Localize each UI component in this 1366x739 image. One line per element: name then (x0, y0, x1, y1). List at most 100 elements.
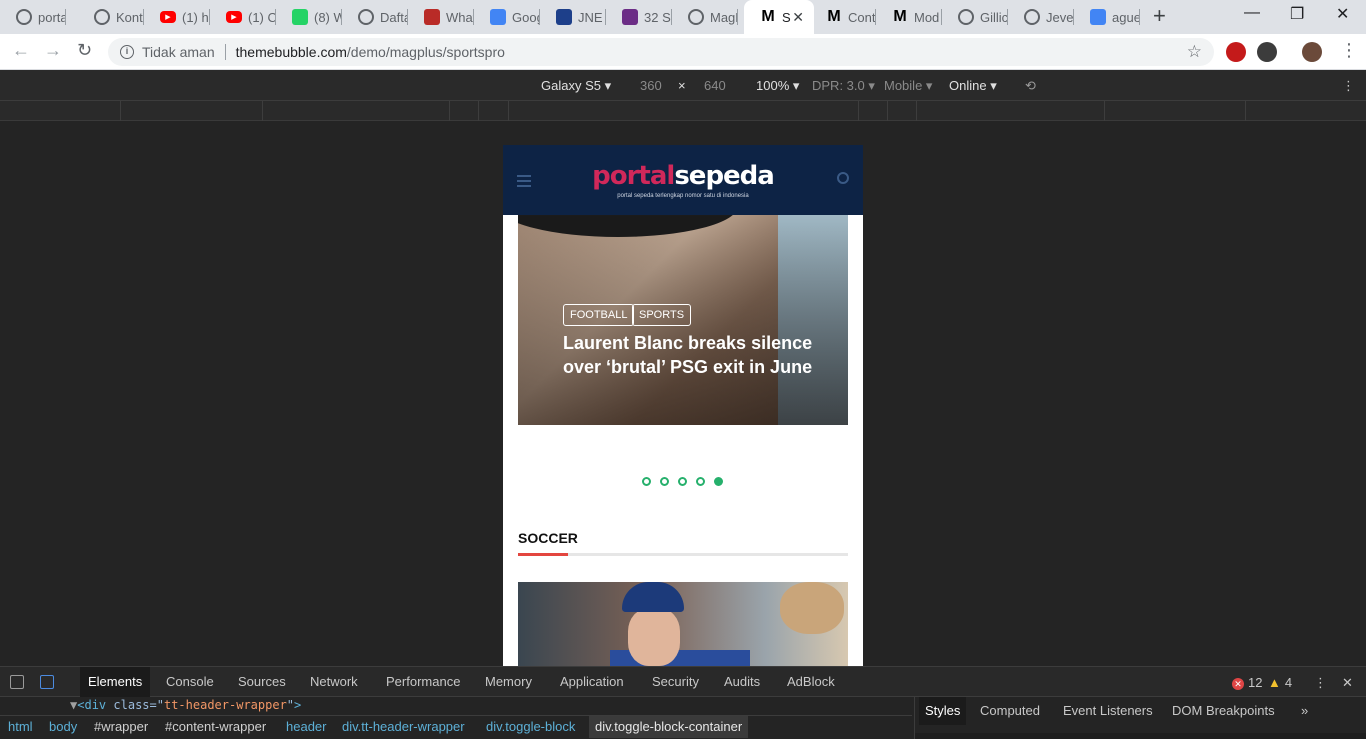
breadcrumb-item[interactable]: #content-wrapper (159, 716, 272, 738)
browser-tab[interactable]: M Cont (810, 0, 876, 34)
device-toolbar: Galaxy S5 ▾ 360 × 640 100% ▾ DPR: 3.0 ▾ … (0, 70, 1366, 101)
devtools-tab[interactable]: Network (302, 667, 366, 697)
dom-attribute: class (113, 698, 150, 712)
search-icon[interactable] (837, 172, 849, 184)
inspect-element-icon[interactable] (10, 675, 24, 689)
browser-tab[interactable]: Gillic (942, 0, 1008, 34)
browser-tab[interactable]: M S ✕ (744, 0, 814, 34)
devtools-tab[interactable]: Console (158, 667, 222, 697)
wordpress-extension-icon[interactable] (1257, 42, 1277, 62)
devtools-tab[interactable]: Security (644, 667, 707, 697)
globe-icon (94, 9, 110, 25)
styles-tab[interactable]: Styles (919, 697, 967, 725)
devtools-tab[interactable]: Elements (80, 667, 151, 697)
tab-separator (1139, 9, 1140, 25)
hero-slide[interactable]: FOOTBALL SPORTS Laurent Blanc breaks sil… (518, 215, 848, 425)
browser-tab[interactable]: Konte (78, 0, 144, 34)
browser-tab[interactable]: MagP (672, 0, 738, 34)
breadcrumb-item[interactable]: div.toggle-block (480, 716, 581, 738)
slider-dot[interactable] (660, 477, 669, 486)
tab-label: (1) Ci (248, 9, 276, 25)
rotate-icon[interactable]: ⟲ (1025, 78, 1036, 94)
devtools-tab[interactable]: Audits (716, 667, 768, 697)
styles-tab[interactable]: Computed (974, 697, 1046, 725)
breadcrumb-item[interactable]: div.tt-header-wrapper (336, 716, 471, 738)
error-count: 12 (1248, 675, 1263, 690)
close-tab-icon[interactable]: ✕ (792, 9, 804, 26)
tab-separator (65, 9, 66, 25)
network-select[interactable]: Online ▾ (949, 78, 997, 94)
browser-tab[interactable]: M Mod (876, 0, 942, 34)
tab-label: Cont (848, 9, 876, 25)
back-button[interactable]: ← (12, 40, 30, 61)
slider-dot[interactable] (642, 477, 651, 486)
breadcrumb-item[interactable]: div.toggle-block-container (589, 716, 749, 738)
devtools-close-icon[interactable]: ✕ (1342, 675, 1353, 691)
breadcrumb-item[interactable]: #wrapper (88, 716, 154, 738)
minimize-button[interactable]: — (1244, 4, 1260, 22)
category-badge-football[interactable]: FOOTBALL (563, 304, 635, 326)
browser-tab[interactable]: Jevel (1008, 0, 1074, 34)
tab-label: S (782, 9, 791, 25)
dpr-select[interactable]: DPR: 3.0 ▾ (812, 78, 875, 94)
site-logo[interactable]: portalsepeda (503, 161, 863, 191)
forward-button[interactable]: → (44, 40, 62, 61)
devtools-tab[interactable]: Sources (230, 667, 294, 697)
restore-button[interactable]: ❐ (1290, 4, 1304, 24)
browser-tab[interactable]: (8) W (276, 0, 342, 34)
slider-dot[interactable] (696, 477, 705, 486)
category-badge-sports[interactable]: SPORTS (632, 304, 692, 326)
breadcrumb-item[interactable]: header (280, 716, 332, 738)
profile-avatar[interactable] (1302, 42, 1322, 62)
info-icon[interactable]: i (120, 45, 134, 59)
device-toggle-icon[interactable] (40, 675, 54, 689)
warning-counter[interactable]: ▲ 4 (1268, 675, 1292, 690)
address-bar[interactable]: i Tidak aman themebubble.com/demo/magplu… (108, 38, 1214, 66)
browser-tab[interactable]: 32 Si (606, 0, 672, 34)
site-header: portalsepeda portal sepeda terlengkap no… (503, 145, 863, 215)
styles-tab[interactable]: » (1295, 697, 1314, 725)
google-icon (1090, 9, 1106, 25)
thumbnail-face (628, 608, 680, 666)
url-path: /demo/magplus/sportspro (346, 44, 505, 60)
error-counter[interactable]: ✕ 12 (1232, 675, 1262, 690)
browser-tab[interactable]: What (408, 0, 474, 34)
devtools-tab[interactable]: AdBlock (779, 667, 843, 697)
dom-attribute-value: tt-header-wrapper (163, 698, 287, 712)
reload-button[interactable]: ↻ (77, 40, 92, 61)
bookmark-star-icon[interactable]: ☆ (1187, 42, 1202, 62)
browser-menu-icon[interactable]: ⋮ (1340, 40, 1358, 61)
browser-tab[interactable]: ague (1074, 0, 1140, 34)
devtools-tab[interactable]: Memory (477, 667, 540, 697)
styles-tab[interactable]: Event Listeners (1057, 697, 1159, 725)
close-window-button[interactable]: ✕ (1336, 4, 1349, 24)
browser-tab[interactable]: JNE E (540, 0, 606, 34)
breadcrumb-item[interactable]: body (43, 716, 83, 738)
hero-title[interactable]: Laurent Blanc breaks silence over ‘bruta… (563, 331, 833, 379)
mode-select[interactable]: Mobile ▾ (884, 78, 932, 94)
devtools-tab[interactable]: Performance (378, 667, 468, 697)
zoom-select[interactable]: 100% ▾ (756, 78, 799, 94)
styles-filter-input[interactable] (915, 733, 1366, 739)
browser-tab[interactable]: Goog (474, 0, 540, 34)
slider-dot-active[interactable] (714, 477, 723, 486)
article-thumbnail[interactable] (518, 582, 848, 666)
device-select[interactable]: Galaxy S5 ▾ (541, 78, 611, 94)
slider-dot[interactable] (678, 477, 687, 486)
styles-tab[interactable]: DOM Breakpoints (1166, 697, 1281, 725)
devtools-tab[interactable]: Application (552, 667, 632, 697)
devtools-menu-icon[interactable]: ⋮ (1314, 675, 1327, 691)
new-tab-button[interactable]: + (1153, 5, 1166, 27)
browser-tab[interactable]: Dafta (342, 0, 408, 34)
breadcrumb-item[interactable]: html (2, 716, 39, 738)
height-input[interactable]: 640 (704, 78, 726, 93)
width-input[interactable]: 360 (640, 78, 662, 93)
browser-tab[interactable]: ▶ (1) Ci (210, 0, 276, 34)
browser-tab[interactable]: porta (0, 0, 66, 34)
dom-tag: div (84, 698, 107, 712)
device-toolbar-menu-icon[interactable]: ⋮ (1342, 78, 1355, 94)
dom-tree-node[interactable]: ▼<div class="tt-header-wrapper"> (70, 697, 301, 713)
browser-tab[interactable]: ▶ (1) hi (144, 0, 210, 34)
device-name: Galaxy S5 (541, 78, 601, 93)
opera-extension-icon[interactable] (1226, 42, 1246, 62)
